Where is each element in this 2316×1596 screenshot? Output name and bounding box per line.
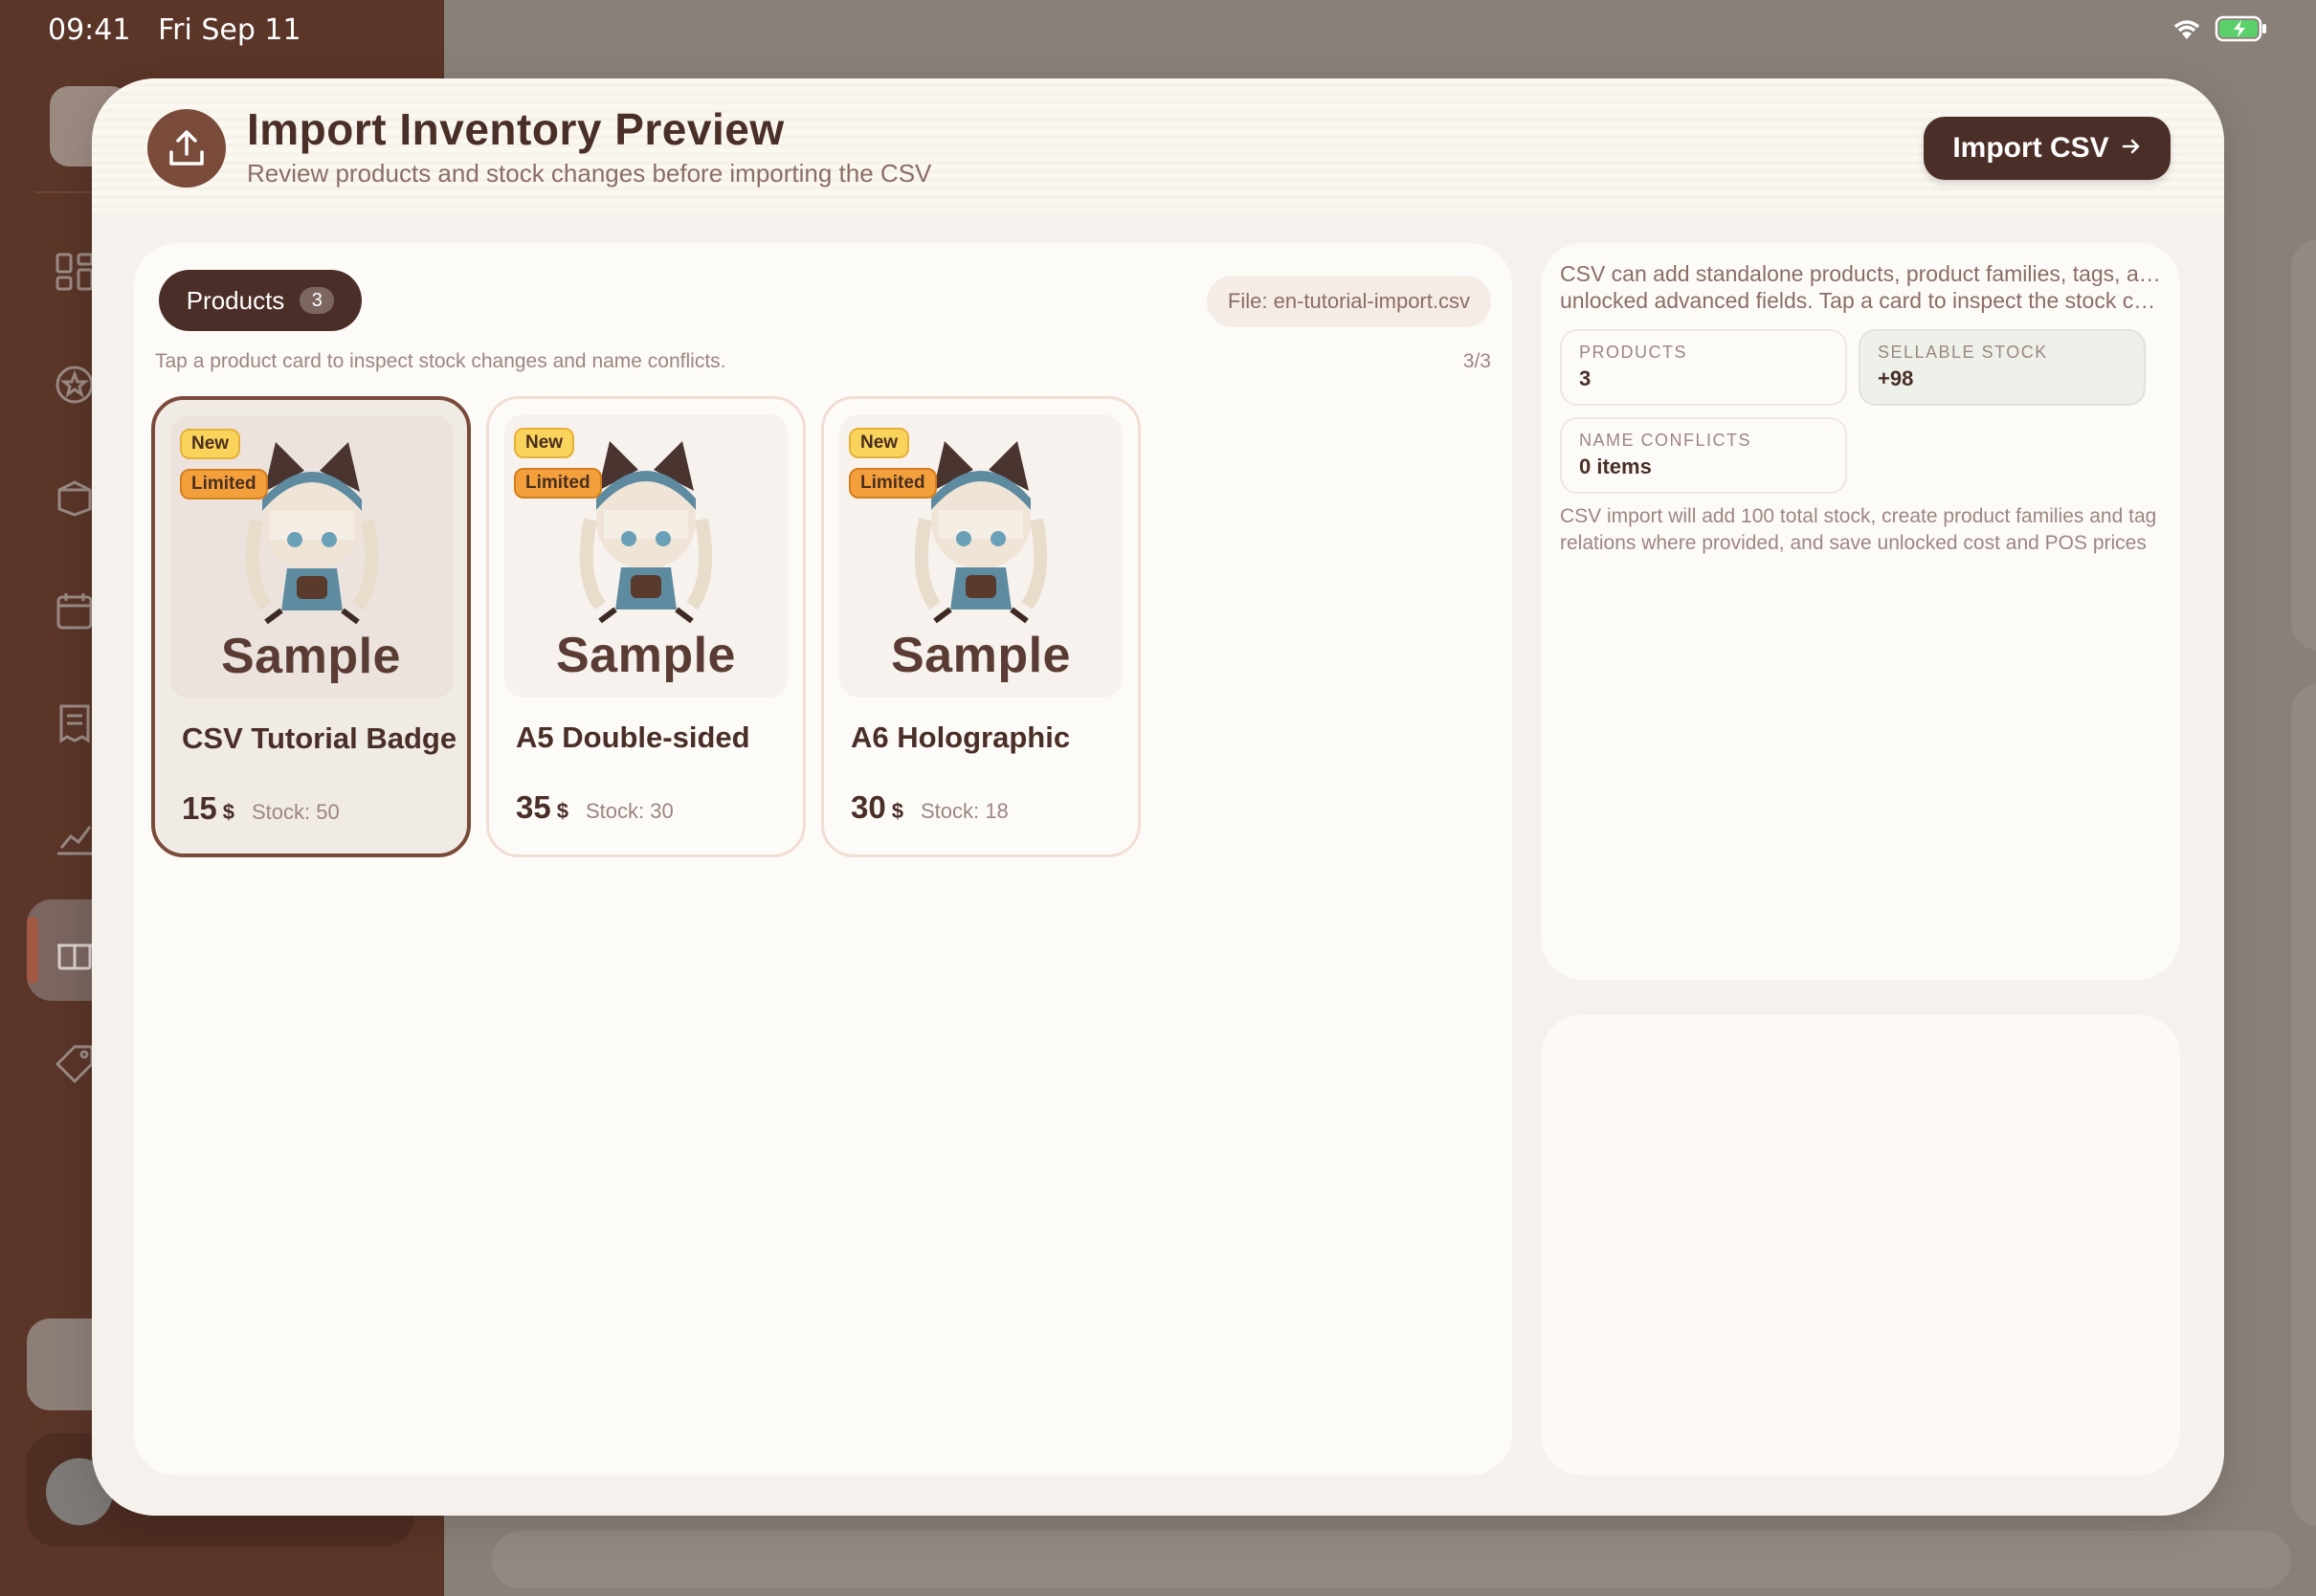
tab-products-count: 3 — [300, 287, 335, 314]
file-name-chip: File: en-tutorial-import.csv — [1206, 276, 1491, 327]
battery-icon — [2215, 15, 2268, 47]
receipt-icon[interactable] — [54, 702, 96, 744]
arrow-right-icon — [2121, 132, 2142, 165]
wifi-icon — [2171, 16, 2203, 46]
badge-limited: Limited — [180, 469, 268, 499]
stat-conflicts-label: NAME CONFLICTS — [1579, 431, 1752, 450]
stock-count: Stock: 18 — [920, 799, 1009, 823]
stock-count: Stock: 50 — [251, 800, 340, 824]
chart-icon[interactable] — [54, 815, 96, 857]
summary-description: CSV can add standalone products, product… — [1560, 261, 2163, 313]
import-preview-modal: Import Inventory Preview Review products… — [92, 78, 2224, 1516]
summary-panel: CSV can add standalone products, product… — [1541, 243, 2180, 980]
import-csv-label: Import CSV — [1952, 132, 2109, 164]
box-icon[interactable] — [54, 477, 96, 519]
product-name: CSV Tutorial Badge — [182, 721, 457, 755]
product-card[interactable]: New Limited Sample CSV Tutorial Badge 15… — [151, 396, 471, 857]
detail-panel — [1541, 1014, 2180, 1475]
products-page-count: 3/3 — [1462, 350, 1491, 372]
stat-products-label: PRODUCTS — [1579, 343, 1688, 362]
stat-sellable-stock: SELLABLE STOCK +98 — [1859, 329, 2146, 406]
price-value: 35 — [516, 789, 551, 825]
stat-products-value: 3 — [1579, 366, 1592, 390]
status-time: 09:41 Fri Sep 11 — [48, 13, 301, 47]
products-panel: Products 3 File: en-tutorial-import.csv … — [134, 243, 1512, 1475]
price-value: 15 — [182, 790, 217, 826]
currency-symbol: $ — [556, 799, 568, 823]
product-price: 35 $ Stock: 30 — [516, 789, 674, 826]
gift-icon[interactable] — [54, 930, 96, 972]
sample-watermark: Sample — [221, 629, 401, 684]
sample-watermark: Sample — [891, 628, 1071, 683]
stat-products: PRODUCTS 3 — [1560, 329, 1847, 406]
tag-icon[interactable] — [54, 1043, 96, 1085]
badge-limited: Limited — [849, 468, 937, 499]
product-name: A5 Double-sided — [516, 720, 750, 754]
stock-count: Stock: 30 — [585, 799, 674, 823]
modal-header: Import Inventory Preview Review products… — [92, 78, 2224, 214]
stat-sellable-label: SELLABLE STOCK — [1878, 343, 2048, 362]
badge-new: New — [849, 428, 910, 458]
summary-note: CSV import will add 100 total stock, cre… — [1560, 505, 2157, 554]
modal-subtitle: Review products and stock changes before… — [247, 159, 932, 188]
badge-new: New — [514, 428, 575, 458]
currency-symbol: $ — [891, 799, 903, 823]
product-card[interactable]: New Limited Sample A6 Holographic 30 $ S… — [821, 396, 1141, 857]
product-name: A6 Holographic — [851, 720, 1071, 754]
active-indicator — [27, 917, 38, 984]
import-csv-button[interactable]: Import CSV — [1924, 117, 2171, 180]
tab-products[interactable]: Products 3 — [159, 270, 362, 331]
product-price: 15 $ Stock: 50 — [182, 790, 340, 827]
stat-name-conflicts: NAME CONFLICTS 0 items — [1560, 417, 1847, 494]
modal-title: Import Inventory Preview — [247, 104, 785, 154]
sample-watermark: Sample — [556, 628, 736, 683]
price-value: 30 — [851, 789, 886, 825]
badge-new: New — [180, 429, 241, 459]
upload-icon — [147, 109, 226, 188]
calendar-icon[interactable] — [54, 589, 96, 632]
tab-products-label: Products — [186, 285, 285, 315]
badge-limited: Limited — [514, 468, 602, 499]
status-bar: 09:41 Fri Sep 11 — [0, 0, 2316, 61]
dashboard-icon[interactable] — [54, 251, 96, 293]
product-card[interactable]: New Limited Sample A5 Double-sided 35 $ … — [486, 396, 806, 857]
stat-conflicts-value: 0 items — [1579, 454, 1652, 478]
product-price: 30 $ Stock: 18 — [851, 789, 1009, 826]
star-icon[interactable] — [54, 364, 96, 406]
currency-symbol: $ — [222, 800, 234, 824]
stat-sellable-value: +98 — [1878, 366, 1914, 390]
products-hint: Tap a product card to inspect stock chan… — [155, 350, 726, 372]
